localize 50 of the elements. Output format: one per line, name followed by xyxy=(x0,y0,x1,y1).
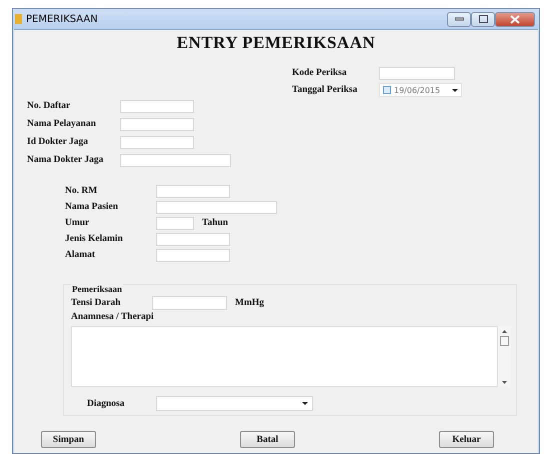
dropdown-field[interactable] xyxy=(156,396,313,411)
close-icon xyxy=(510,14,520,24)
input-field[interactable] xyxy=(120,118,194,130)
minimize-icon xyxy=(454,17,464,21)
field-label: Umur xyxy=(65,218,90,228)
dropdown-arrow-icon xyxy=(302,402,308,405)
close-button[interactable] xyxy=(495,12,535,26)
field-label: Nama Dokter Jaga xyxy=(27,155,104,165)
action-button[interactable]: Keluar xyxy=(439,431,494,448)
input-field[interactable] xyxy=(120,154,231,166)
minimize-button[interactable] xyxy=(447,12,471,26)
group-title: Pemeriksaan xyxy=(71,284,123,294)
field-label: Diagnosa xyxy=(87,398,126,408)
input-field[interactable] xyxy=(120,100,194,112)
field-label: No. Daftar xyxy=(27,101,72,111)
field-label: Anamnesa / Therapi xyxy=(71,312,154,322)
field-label: Id Dokter Jaga xyxy=(27,137,90,147)
action-button[interactable]: Simpan xyxy=(41,431,96,448)
input-field[interactable] xyxy=(152,296,227,310)
unit-label: Tahun xyxy=(202,218,228,228)
field-label: Nama Pelayanan xyxy=(27,119,97,129)
scrollbar-thumb[interactable] xyxy=(500,336,509,346)
field-label: Alamat xyxy=(65,250,96,260)
scroll-down-icon xyxy=(502,381,507,384)
input-field[interactable] xyxy=(156,216,194,230)
window-title: PEMERIKSAAN xyxy=(26,14,99,24)
input-field[interactable] xyxy=(156,232,230,246)
date-picker[interactable]: 19/06/2015 xyxy=(379,83,462,97)
input-field[interactable] xyxy=(156,200,277,214)
input-field[interactable] xyxy=(156,184,230,198)
field-label: Kode Periksa xyxy=(292,68,348,78)
text-area[interactable] xyxy=(71,326,498,387)
scroll-up-icon xyxy=(502,330,507,333)
input-field[interactable] xyxy=(120,136,194,148)
app-icon xyxy=(15,14,22,24)
field-label: No. RM xyxy=(65,186,98,196)
form-heading: ENTRY PEMERIKSAAN xyxy=(176,33,376,54)
dropdown-arrow-icon xyxy=(452,88,458,92)
checkbox[interactable] xyxy=(383,86,391,94)
input-field[interactable] xyxy=(156,248,230,262)
maximize-icon xyxy=(478,15,488,23)
field-label: Tanggal Periksa xyxy=(292,85,358,95)
field-label: Jenis Kelamin xyxy=(65,234,124,244)
action-button[interactable]: Batal xyxy=(240,431,295,448)
maximize-button[interactable] xyxy=(471,12,495,26)
scrollbar[interactable] xyxy=(498,326,511,387)
field-label: Tensi Darah xyxy=(71,298,122,308)
input-field[interactable] xyxy=(379,66,455,80)
field-label: Nama Pasien xyxy=(65,202,120,212)
unit-label: MmHg xyxy=(235,298,264,308)
